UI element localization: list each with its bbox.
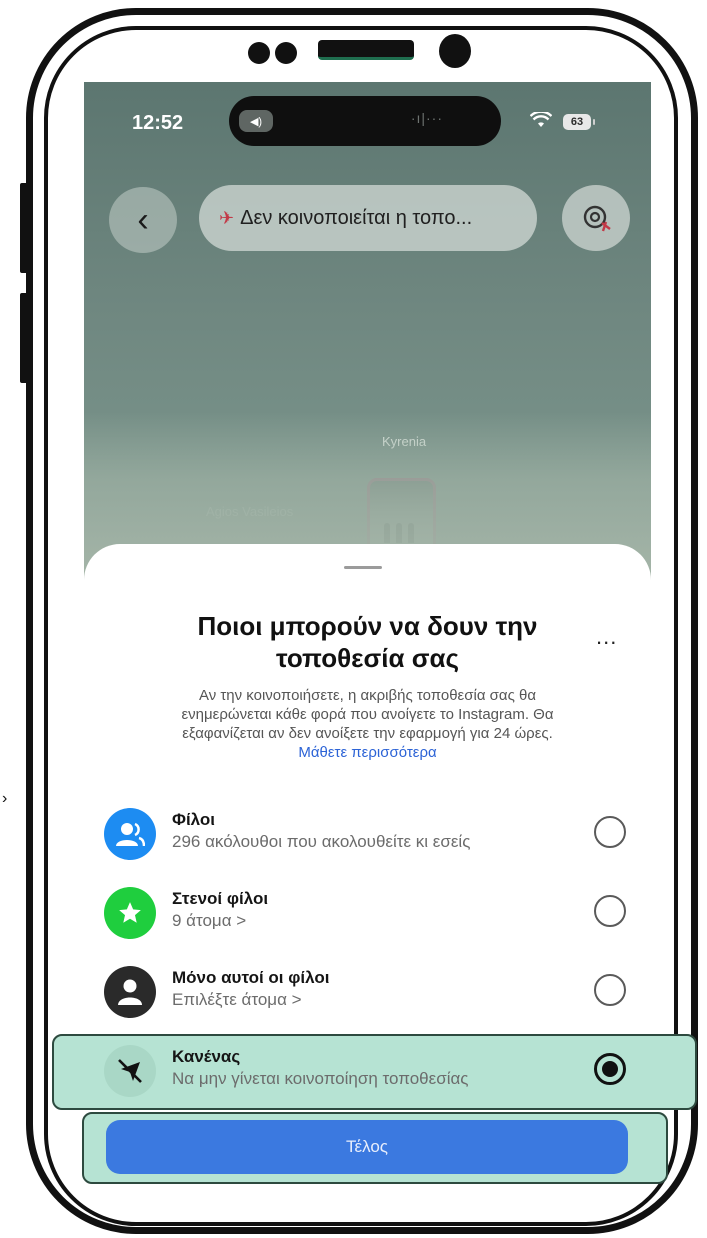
option-title: Μόνο αυτοί οι φίλοι xyxy=(172,968,330,987)
sensor-dot xyxy=(275,42,297,64)
location-status-text: Δεν κοινοποιείται η τοπο... xyxy=(240,206,473,229)
location-off-icon xyxy=(104,1045,156,1097)
option-title: Στενοί φίλοι xyxy=(172,889,269,908)
settings-gear-icon xyxy=(583,205,611,232)
radio-only-these-friends[interactable] xyxy=(594,974,626,1006)
arrow-marker-icon: › xyxy=(2,790,8,807)
map-label-agios-vasileios: Agios Vasileios xyxy=(206,504,294,519)
pin-photo-figure xyxy=(396,523,402,543)
pin-photo-figure xyxy=(408,523,414,543)
dynamic-island: ◀) ·ı|··· xyxy=(229,96,501,146)
radio-close-friends[interactable] xyxy=(594,895,626,927)
back-button[interactable]: ‹ xyxy=(109,187,177,253)
sheet-title: Ποιοι μπορούν να δουν την τοποθεσία σας xyxy=(84,610,651,674)
map-label-kyrenia: Kyrenia xyxy=(382,434,427,449)
radio-friends[interactable] xyxy=(594,816,626,848)
location-status-pill[interactable]: ✈ Δεν κοινοποιείται η τοπο... xyxy=(199,185,537,251)
option-subtitle: Να μην γίνεται κοινοποίηση τοποθεσίας xyxy=(172,1069,469,1088)
learn-more-link[interactable]: Μάθετε περισσότερα xyxy=(114,743,621,762)
radio-nobody-selected[interactable] xyxy=(594,1053,626,1085)
sheet-title-line: Ποιοι μπορούν να δουν την xyxy=(197,611,538,641)
pin-photo-figure xyxy=(384,523,390,543)
option-friends[interactable]: Φίλοι 296 ακόλουθοι που ακολουθείτε κι ε… xyxy=(104,804,630,876)
earpiece-speaker xyxy=(318,40,414,60)
signal-wave-icon: ·ı|··· xyxy=(410,110,443,126)
sheet-drag-handle[interactable] xyxy=(344,566,382,569)
friends-icon xyxy=(104,808,156,860)
status-time: 12:52 xyxy=(132,112,184,134)
wifi-icon xyxy=(529,110,553,133)
description-line: ενημερώνεται κάθε φορά που ανοίγετε το I… xyxy=(181,706,554,723)
option-subtitle: Επιλέξτε άτομα > xyxy=(172,990,302,1009)
map-view[interactable]: Kyrenia Agios Vasileios xyxy=(84,82,651,582)
front-camera xyxy=(439,34,471,68)
option-title: Φίλοι xyxy=(172,810,216,829)
sheet-title-line: τοποθεσία σας xyxy=(275,643,459,673)
star-icon xyxy=(104,887,156,939)
sensor-dot xyxy=(248,42,270,64)
option-subtitle: 9 άτομα > xyxy=(172,911,247,930)
photo-pin[interactable] xyxy=(367,478,436,554)
option-close-friends[interactable]: Στενοί φίλοι 9 άτομα > xyxy=(104,883,630,955)
sheet-description: Αν την κοινοποιήσετε, η ακριβής τοποθεσί… xyxy=(114,686,621,762)
option-nobody[interactable]: Κανένας Να μην γίνεται κοινοποίηση τοποθ… xyxy=(104,1041,630,1113)
battery-icon: 63 xyxy=(563,114,595,130)
location-settings-button[interactable] xyxy=(562,185,630,251)
option-title: Κανένας xyxy=(172,1047,241,1066)
person-icon xyxy=(104,966,156,1018)
description-line: Αν την κοινοποιήσετε, η ακριβής τοποθεσί… xyxy=(198,687,537,704)
done-button[interactable]: Τέλος xyxy=(106,1120,628,1174)
option-subtitle: 296 ακόλουθοι που ακολουθείτε κι εσείς xyxy=(172,832,471,851)
volume-icon: ◀) xyxy=(239,110,273,132)
location-off-icon: ✈ xyxy=(219,207,235,228)
description-line: εξαφανίζεται αν δεν ανοίξετε την εφαρμογ… xyxy=(182,725,553,742)
option-only-these-friends[interactable]: Μόνο αυτοί οι φίλοι Επιλέξτε άτομα > xyxy=(104,962,630,1034)
more-options-icon[interactable]: ... xyxy=(596,624,617,650)
